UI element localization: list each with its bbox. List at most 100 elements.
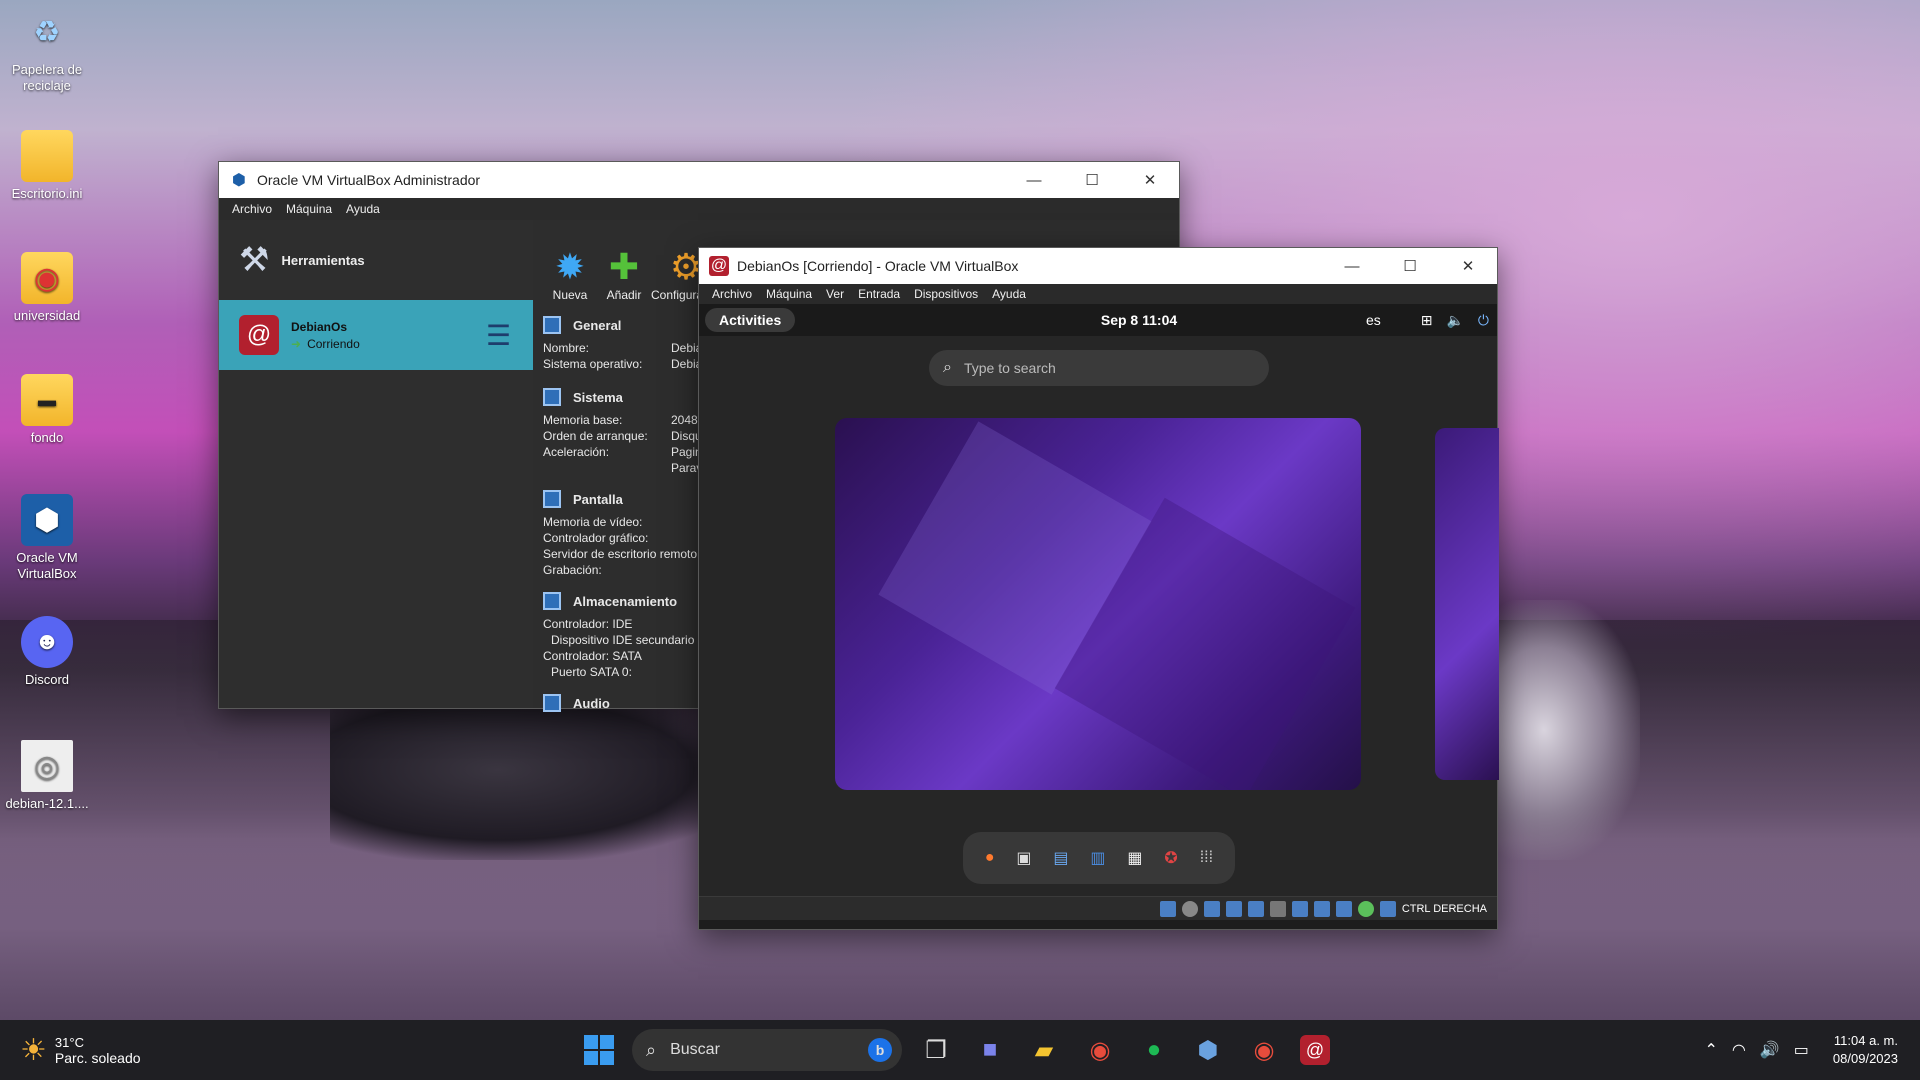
- chrome-profile-icon[interactable]: ◉: [1246, 1032, 1282, 1068]
- new-starburst-icon: ✹: [554, 246, 586, 287]
- system-tray: ⌃ ◠ 🔊 ▭ 11:04 a. m. 08/09/2023: [1705, 1032, 1899, 1068]
- gnome-overview: ⌕ Type to search ● ▣ ▤ ▥ ▦ ✪ ⁞⁞⁞: [699, 336, 1499, 896]
- start-button[interactable]: [584, 1035, 614, 1065]
- shared-folder-icon[interactable]: [1269, 900, 1286, 917]
- monitor-icon: [543, 316, 561, 334]
- teams-chat-icon[interactable]: ■: [972, 1032, 1008, 1068]
- gnome-clock[interactable]: Sep 8 11:04: [1059, 312, 1219, 328]
- file-explorer-icon[interactable]: ▰: [1026, 1032, 1062, 1068]
- vm-menu-ver[interactable]: Ver: [826, 287, 844, 301]
- display-icon: [543, 490, 561, 508]
- recycle-bin-icon: ♻: [33, 15, 61, 49]
- task-view-icon[interactable]: ❐: [918, 1032, 954, 1068]
- writer-icon[interactable]: ▥: [1090, 848, 1105, 868]
- search-icon: ⌕: [943, 359, 952, 376]
- desktop-icon-debian-iso[interactable]: ◎ debian-12.1....: [0, 740, 94, 812]
- storage-icon: [543, 592, 561, 610]
- close-button[interactable]: ✕: [1439, 248, 1497, 284]
- close-button[interactable]: ✕: [1121, 162, 1179, 198]
- menu-maquina[interactable]: Máquina: [286, 202, 332, 216]
- vm-menu-maquina[interactable]: Máquina: [766, 287, 812, 301]
- chip-icon: [543, 388, 561, 406]
- power-icon: ⏻: [1477, 311, 1489, 328]
- display-icon[interactable]: [1291, 900, 1308, 917]
- vm-menu-dispositivos[interactable]: Dispositivos: [914, 287, 978, 301]
- volume-icon[interactable]: 🔊: [1760, 1040, 1780, 1060]
- vm-list-item-debianos[interactable]: @ DebianOs ➜ Corriendo ☰: [219, 300, 533, 370]
- virtualbox-icon[interactable]: ⬢: [1190, 1032, 1226, 1068]
- chrome-icon[interactable]: ◉: [1082, 1032, 1118, 1068]
- vm-menu-archivo[interactable]: Archivo: [712, 287, 752, 301]
- minimize-button[interactable]: —: [1005, 162, 1063, 198]
- software-icon[interactable]: ▦: [1127, 848, 1142, 868]
- workspace-thumbnail-next[interactable]: [1435, 428, 1499, 780]
- search-icon: ⌕: [646, 1039, 657, 1060]
- list-menu-icon[interactable]: ☰: [486, 319, 511, 352]
- contacts-icon[interactable]: ▣: [1016, 848, 1031, 868]
- gnome-dash: ● ▣ ▤ ▥ ▦ ✪ ⁞⁞⁞: [963, 832, 1235, 884]
- menu-ayuda[interactable]: Ayuda: [346, 202, 380, 216]
- app-grid-icon[interactable]: ⁞⁞⁞: [1200, 849, 1213, 867]
- folder-icon: [21, 130, 73, 182]
- spotify-icon[interactable]: ●: [1136, 1032, 1172, 1068]
- desktop-icon-recycle-bin[interactable]: ♻ Papelera de reciclaje: [0, 6, 94, 94]
- tools-label: Herramientas: [281, 252, 365, 268]
- usb-icon[interactable]: [1247, 900, 1264, 917]
- desktop-icon-universidad[interactable]: ◉ universidad: [0, 252, 94, 324]
- host-key-label: CTRL DERECHA: [1401, 902, 1487, 915]
- add-vm-button[interactable]: ✚ Añadir: [597, 246, 651, 302]
- desktop-icon-discord[interactable]: ☻ Discord: [0, 616, 94, 688]
- gnome-system-tray[interactable]: es ⊞ 🔈 ⏻: [1366, 312, 1489, 329]
- taskbar-search[interactable]: ⌕ Buscar b: [632, 1029, 902, 1071]
- minimize-button[interactable]: —: [1323, 248, 1381, 284]
- activities-button[interactable]: Activities: [705, 308, 796, 332]
- machine-list-panel: ⚒ Herramientas @ DebianOs ➜ Corriendo ☰: [219, 220, 533, 708]
- vm-menu-ayuda[interactable]: Ayuda: [992, 287, 1026, 301]
- hdd-icon[interactable]: [1159, 900, 1176, 917]
- optical-drive-icon[interactable]: [1181, 900, 1198, 917]
- tools-icon: ⚒: [239, 241, 270, 279]
- add-plus-icon: ✚: [608, 246, 640, 287]
- help-icon[interactable]: ✪: [1164, 848, 1177, 868]
- workspace-thumbnail-current[interactable]: [835, 418, 1361, 790]
- debian-vm-taskbar-icon[interactable]: @: [1300, 1035, 1330, 1065]
- document-icon[interactable]: ▤: [1053, 848, 1068, 868]
- gnome-top-bar: Activities Sep 8 11:04 es ⊞ 🔈 ⏻: [699, 304, 1497, 336]
- debian-vm-window[interactable]: @ DebianOs [Corriendo] - Oracle VM Virtu…: [698, 247, 1499, 930]
- manager-titlebar[interactable]: ⬢ Oracle VM VirtualBox Administrador — ☐…: [219, 162, 1179, 198]
- disc-image-icon: ◎: [21, 740, 73, 792]
- vm-statusbar: CTRL DERECHA: [699, 896, 1497, 920]
- vm-window-title: DebianOs [Corriendo] - Oracle VM Virtual…: [737, 258, 1019, 274]
- audio-icon[interactable]: [1203, 900, 1220, 917]
- clock[interactable]: 11:04 a. m. 08/09/2023: [1833, 1032, 1898, 1068]
- network-adapter-icon[interactable]: [1225, 900, 1242, 917]
- volume-icon: 🔈: [1446, 311, 1464, 328]
- weather-widget[interactable]: ☀ 31°C Parc. soleado: [20, 1033, 141, 1068]
- vt-x-icon[interactable]: [1335, 900, 1352, 917]
- recording-icon[interactable]: [1313, 900, 1330, 917]
- desktop-icon-escritorio-ini[interactable]: Escritorio.ini: [0, 130, 94, 202]
- wifi-icon[interactable]: ◠: [1732, 1040, 1746, 1060]
- folder-icon: ▬: [21, 374, 73, 426]
- mouse-integration-icon[interactable]: [1357, 900, 1374, 917]
- new-vm-button[interactable]: ✹ Nueva: [543, 246, 597, 302]
- keyboard-capture-icon[interactable]: [1379, 900, 1396, 917]
- bing-icon[interactable]: b: [868, 1038, 892, 1062]
- vm-titlebar[interactable]: @ DebianOs [Corriendo] - Oracle VM Virtu…: [699, 248, 1497, 284]
- chevron-up-icon[interactable]: ⌃: [1705, 1040, 1718, 1060]
- desktop-icon-virtualbox[interactable]: ⬢ Oracle VM VirtualBox: [0, 494, 94, 582]
- speaker-icon: [543, 694, 561, 712]
- weather-desc: Parc. soleado: [54, 1049, 141, 1066]
- maximize-button[interactable]: ☐: [1063, 162, 1121, 198]
- gnome-search-input[interactable]: ⌕ Type to search: [929, 350, 1269, 386]
- menu-archivo[interactable]: Archivo: [232, 202, 272, 216]
- battery-icon[interactable]: ▭: [1794, 1040, 1809, 1060]
- keyboard-layout[interactable]: es: [1366, 312, 1381, 328]
- running-arrow-icon: ➜: [291, 336, 302, 351]
- maximize-button[interactable]: ☐: [1381, 248, 1439, 284]
- vm-menu-entrada[interactable]: Entrada: [858, 287, 900, 301]
- tools-item[interactable]: ⚒ Herramientas: [219, 220, 533, 300]
- firefox-icon[interactable]: ●: [985, 849, 995, 867]
- manager-menubar: Archivo Máquina Ayuda: [219, 198, 1179, 220]
- desktop-icon-fondo[interactable]: ▬ fondo: [0, 374, 94, 446]
